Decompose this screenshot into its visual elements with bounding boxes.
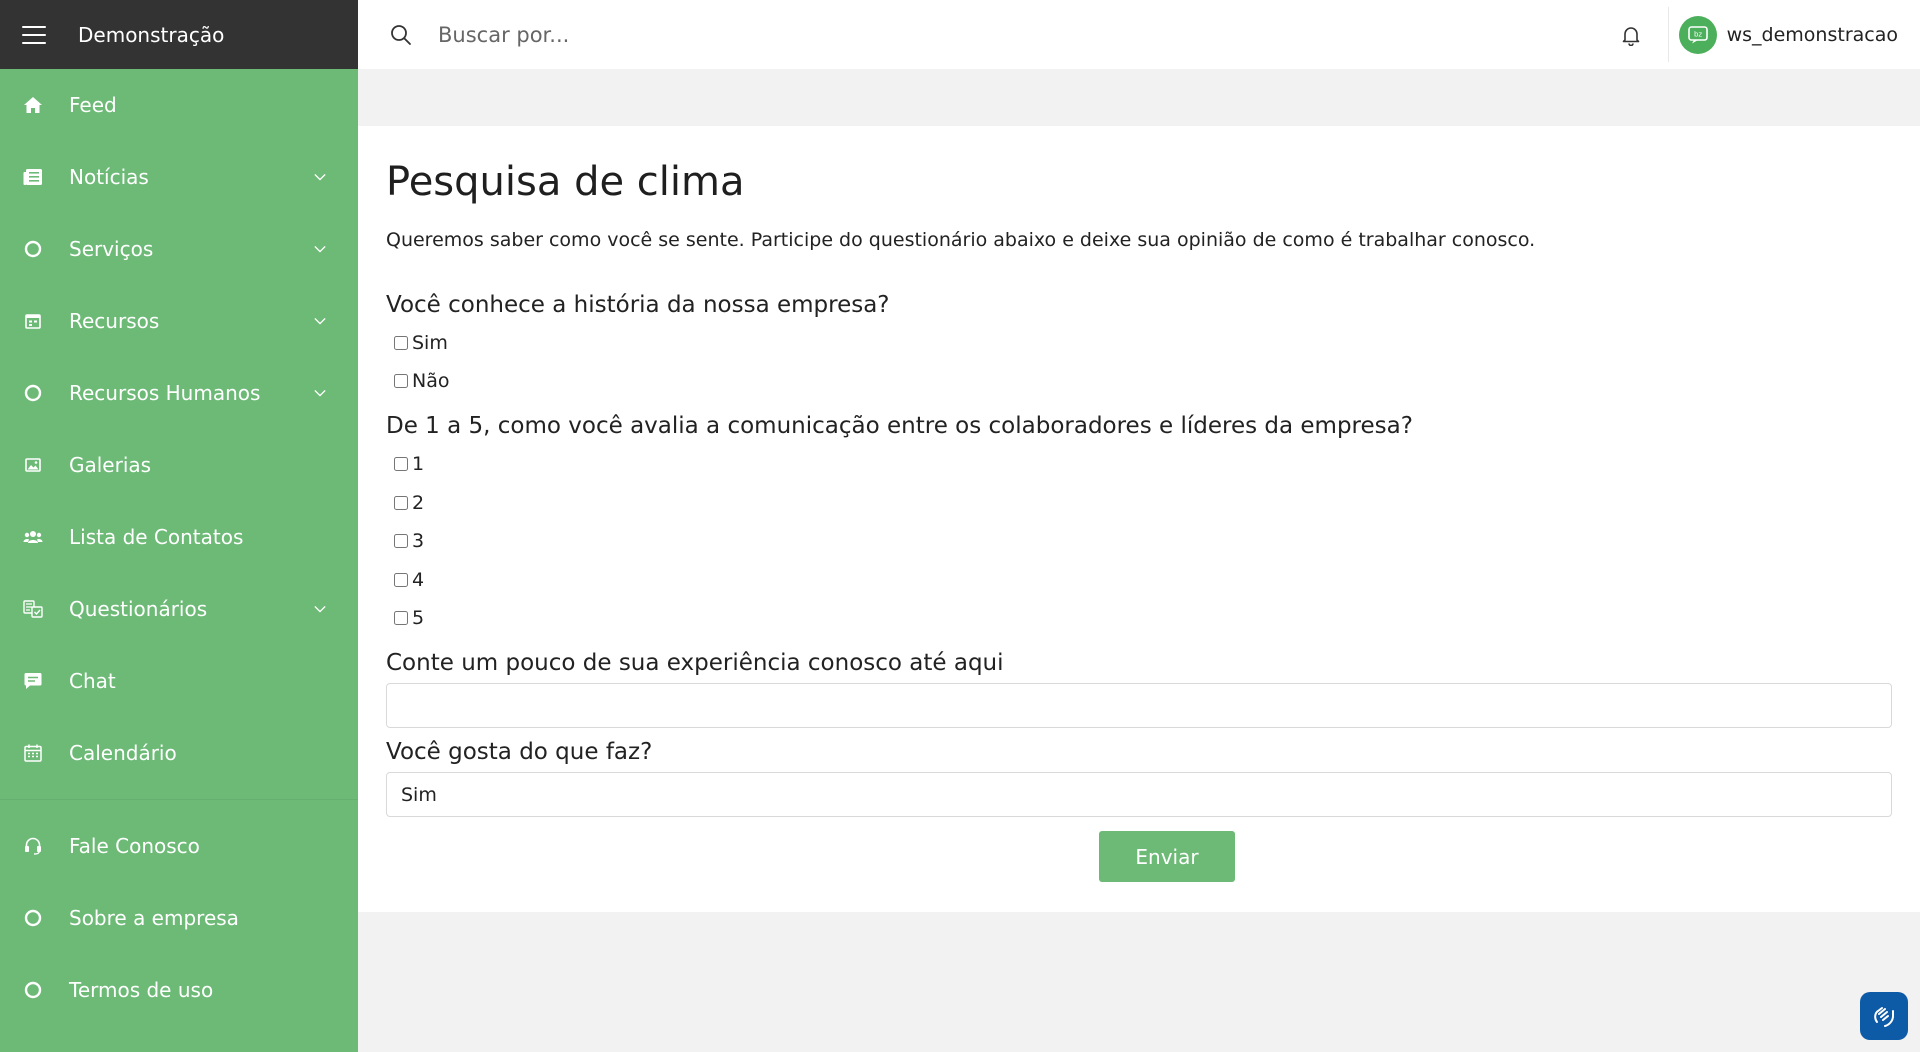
sidebar-item-calendario[interactable]: Calendário: [0, 717, 358, 789]
chevron-down-icon[interactable]: [314, 603, 326, 615]
page-title: Pesquisa de clima: [386, 159, 745, 205]
chat-icon: [23, 671, 43, 691]
option-label: 1: [412, 453, 425, 475]
sidebar-item-sobre-a-empresa[interactable]: Sobre a empresa: [0, 882, 358, 954]
brand-title: Demonstração: [78, 22, 225, 47]
submit-button[interactable]: Enviar: [1099, 831, 1235, 882]
headset-icon: [23, 836, 43, 856]
question-label: Conte um pouco de sua experiência conosc…: [386, 650, 1004, 676]
sidebar-item-label: Chat: [69, 669, 116, 693]
username[interactable]: ws_demonstracao: [1727, 24, 1898, 46]
sidebar-item-label: Galerias: [69, 453, 152, 477]
sidebar-item-servicos[interactable]: Serviços: [0, 213, 358, 285]
sidebar-footer-nav: Fale Conosco Sobre a empresa Termos de u…: [0, 810, 358, 1026]
option-label: 3: [412, 530, 425, 552]
option-sim[interactable]: Sim: [394, 332, 448, 354]
topbar-divider: [1667, 7, 1669, 62]
question-label: Você gosta do que faz?: [386, 739, 653, 765]
option-label: 2: [412, 492, 425, 514]
image-icon: [23, 455, 43, 475]
option-label: Sim: [412, 332, 448, 354]
hamburger-menu-icon[interactable]: [22, 25, 46, 44]
newspaper-icon: [23, 167, 43, 187]
option-3[interactable]: 3: [394, 530, 424, 552]
checkbox-5[interactable]: [394, 611, 408, 625]
questionnaire-icon: [23, 599, 43, 619]
option-nao[interactable]: Não: [394, 370, 449, 392]
sidebar-item-noticias[interactable]: Notícias: [0, 141, 358, 213]
circle-icon: [23, 980, 43, 1000]
sidebar-item-label: Sobre a empresa: [69, 906, 239, 930]
checkbox-sim[interactable]: [394, 336, 408, 350]
experience-input[interactable]: [386, 683, 1892, 728]
circle-icon: [23, 239, 43, 259]
chevron-down-icon[interactable]: [314, 171, 326, 183]
option-2[interactable]: 2: [394, 492, 424, 514]
sidebar-item-label: Fale Conosco: [69, 834, 200, 858]
option-label: 5: [412, 607, 425, 629]
topbar-user-area: bz ws_demonstracao: [1620, 0, 1920, 69]
sidebar-item-feed[interactable]: Feed: [0, 69, 358, 141]
sign-language-icon[interactable]: [1860, 992, 1908, 1040]
sidebar-item-label: Notícias: [69, 165, 149, 189]
sidebar-item-label: Questionários: [69, 597, 208, 621]
sidebar-item-label: Serviços: [69, 237, 154, 261]
calendar-icon: [23, 743, 43, 763]
users-icon: [23, 527, 43, 547]
topbar: bz ws_demonstracao: [358, 0, 1920, 69]
option-1[interactable]: 1: [394, 453, 424, 475]
likes-job-input[interactable]: [386, 772, 1892, 817]
sidebar-item-recursos[interactable]: Recursos: [0, 285, 358, 357]
search-icon[interactable]: [390, 24, 412, 46]
sidebar-item-label: Termos de uso: [69, 978, 214, 1002]
sidebar-item-questionarios[interactable]: Questionários: [0, 573, 358, 645]
sidebar-item-label: Recursos Humanos: [69, 381, 261, 405]
survey-intro: Queremos saber como você se sente. Parti…: [386, 229, 1536, 251]
avatar[interactable]: bz: [1678, 15, 1717, 54]
avatar-text: bz: [1694, 30, 1702, 38]
resources-icon: [23, 311, 43, 331]
option-label: Não: [412, 370, 450, 392]
question-label: De 1 a 5, como você avalia a comunicação…: [386, 413, 1413, 439]
chevron-down-icon[interactable]: [314, 387, 326, 399]
sidebar-item-fale-conosco[interactable]: Fale Conosco: [0, 810, 358, 882]
sidebar-brand: Demonstração: [0, 0, 358, 69]
sidebar-item-label: Feed: [69, 93, 117, 117]
bell-icon[interactable]: [1620, 24, 1642, 46]
circle-icon: [23, 383, 43, 403]
option-5[interactable]: 5: [394, 607, 424, 629]
sidebar-item-termos-de-uso[interactable]: Termos de uso: [0, 954, 358, 1026]
chevron-down-icon[interactable]: [314, 243, 326, 255]
search-input[interactable]: [438, 22, 1138, 47]
sidebar-item-label: Recursos: [69, 309, 160, 333]
question-label: Você conhece a história da nossa empresa…: [386, 292, 890, 318]
checkbox-4[interactable]: [394, 573, 408, 587]
checkbox-3[interactable]: [394, 534, 408, 548]
sidebar-item-recursos-humanos[interactable]: Recursos Humanos: [0, 357, 358, 429]
survey-card: Pesquisa de clima Queremos saber como vo…: [358, 126, 1920, 912]
option-label: 4: [412, 569, 425, 591]
sidebar-item-lista-de-contatos[interactable]: Lista de Contatos: [0, 501, 358, 573]
sidebar-item-galerias[interactable]: Galerias: [0, 429, 358, 501]
sidebar-item-chat[interactable]: Chat: [0, 645, 358, 717]
checkbox-1[interactable]: [394, 457, 408, 471]
checkbox-nao[interactable]: [394, 374, 408, 388]
sidebar-item-label: Calendário: [69, 741, 177, 765]
option-4[interactable]: 4: [394, 569, 424, 591]
checkbox-2[interactable]: [394, 496, 408, 510]
chevron-down-icon[interactable]: [314, 315, 326, 327]
sidebar-divider: [0, 799, 358, 800]
circle-icon: [23, 908, 43, 928]
home-icon: [23, 95, 43, 115]
sidebar: Demonstração Feed Notícias Serviços Recu…: [0, 0, 358, 1052]
sidebar-item-label: Lista de Contatos: [69, 525, 244, 549]
